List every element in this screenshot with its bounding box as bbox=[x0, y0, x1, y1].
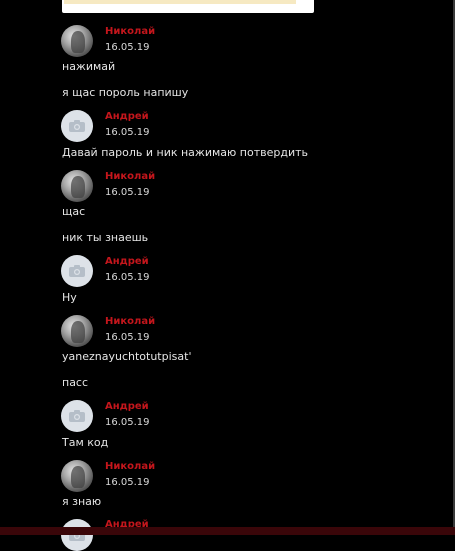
message-text: yaneznayuchtotutpisat' bbox=[62, 350, 192, 363]
author-name[interactable]: Николай bbox=[105, 26, 155, 38]
message-text: нажимай bbox=[62, 60, 116, 73]
attached-image-preview[interactable] bbox=[62, 0, 314, 13]
message-text: щас bbox=[62, 205, 86, 218]
message-date: 16.05.19 bbox=[105, 477, 150, 488]
camera-icon bbox=[69, 120, 85, 132]
author-avatar[interactable] bbox=[61, 110, 93, 142]
author-avatar[interactable] bbox=[61, 400, 93, 432]
author-avatar[interactable] bbox=[61, 460, 93, 492]
author-avatar[interactable] bbox=[61, 255, 93, 287]
author-name[interactable]: Николай bbox=[105, 461, 155, 473]
message-text: Там код bbox=[62, 436, 109, 449]
bottom-bar bbox=[0, 527, 455, 535]
author-name[interactable]: Андрей bbox=[105, 256, 149, 268]
message-text: Давай пароль и ник нажимаю потвердить bbox=[62, 146, 308, 159]
message-date: 16.05.19 bbox=[105, 42, 150, 53]
message-date: 16.05.19 bbox=[105, 127, 150, 138]
message-date: 16.05.19 bbox=[105, 272, 150, 283]
message-date: 16.05.19 bbox=[105, 332, 150, 343]
camera-icon bbox=[69, 265, 85, 277]
image-content bbox=[64, 0, 296, 4]
author-name[interactable]: Андрей bbox=[105, 401, 149, 413]
author-name[interactable]: Андрей bbox=[105, 111, 149, 123]
author-avatar[interactable] bbox=[61, 315, 93, 347]
author-avatar[interactable] bbox=[61, 519, 93, 551]
author-avatar[interactable] bbox=[61, 25, 93, 57]
message-text: я знаю bbox=[62, 495, 102, 508]
author-name[interactable]: Николай bbox=[105, 316, 155, 328]
message-date: 16.05.19 bbox=[105, 187, 150, 198]
author-avatar[interactable] bbox=[61, 170, 93, 202]
message-text: Ну bbox=[62, 291, 77, 304]
camera-icon bbox=[69, 410, 85, 422]
message-text: я щас пороль напишу bbox=[62, 86, 189, 99]
message-text: ник ты знаешь bbox=[62, 231, 149, 244]
author-name[interactable]: Николай bbox=[105, 171, 155, 183]
message-text: пасс bbox=[62, 376, 89, 389]
message-date: 16.05.19 bbox=[105, 417, 150, 428]
